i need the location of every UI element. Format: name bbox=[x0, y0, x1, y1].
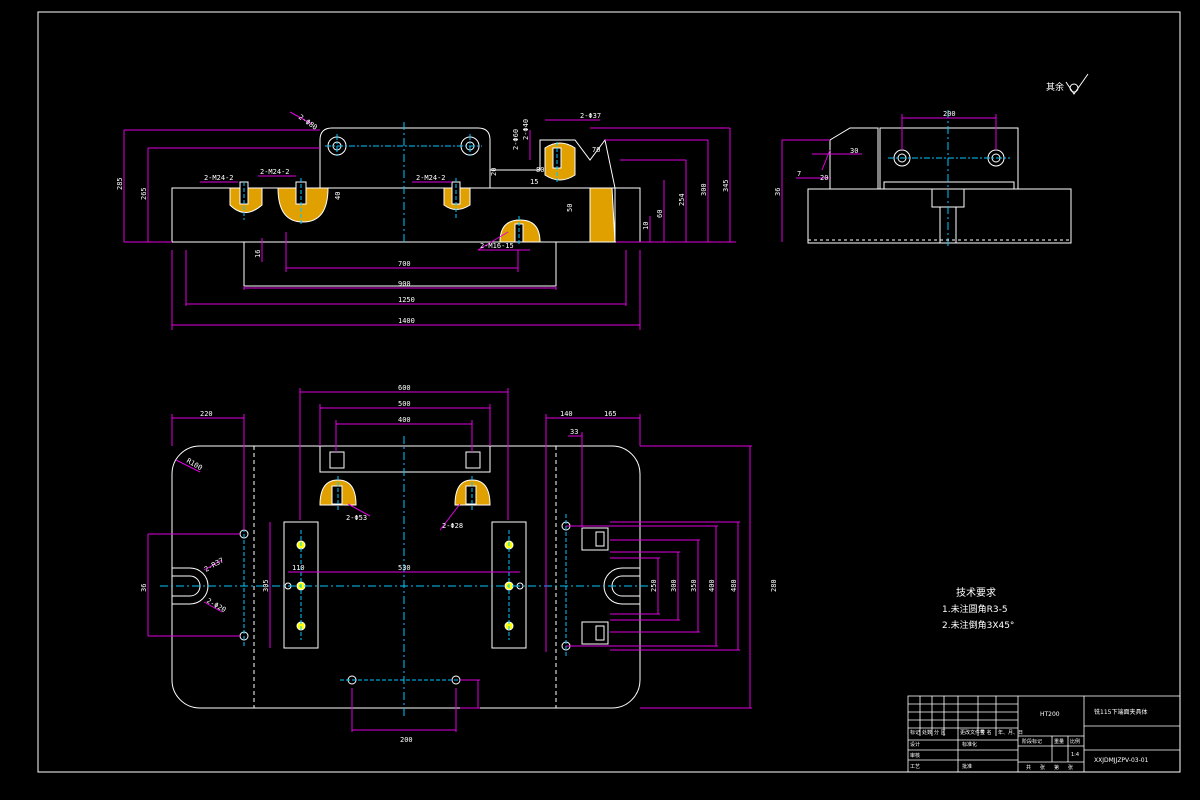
note-phi28: 2-Φ28 bbox=[442, 522, 463, 530]
tb-label-weight: 重量 bbox=[1054, 738, 1064, 745]
top-dim-305: 305 bbox=[262, 579, 270, 592]
side-dim-30: 30 bbox=[850, 147, 858, 155]
dim-70: 70 bbox=[592, 146, 600, 154]
drawing-canvas: 其余 285 265 1400 1250 900 700 16 345 300 … bbox=[37, 11, 1181, 773]
top-upper-rail bbox=[319, 445, 491, 473]
dim-300: 300 bbox=[700, 183, 708, 196]
top-dim-600: 600 bbox=[398, 384, 411, 392]
roughness-symbol: 其余 bbox=[1046, 73, 1089, 95]
tb-sheet-3: 第 bbox=[1054, 764, 1059, 771]
title-block-text: HT200 铣115下端面夹具体 XXJDMJJZPV-03-01 标记 处数 … bbox=[910, 708, 1149, 771]
side-dim-36: 36 bbox=[774, 188, 782, 196]
side-view bbox=[807, 110, 1072, 248]
dim-254: 254 bbox=[678, 193, 686, 206]
top-dim-350: 350 bbox=[690, 579, 698, 592]
top-dim-500: 500 bbox=[398, 400, 411, 408]
note-phi37: 2-Φ37 bbox=[580, 112, 601, 120]
note-m16: 2-M16-15 bbox=[480, 242, 514, 250]
top-dim-200: 200 bbox=[400, 736, 413, 744]
note-phi20: 2-Φ20 bbox=[205, 597, 227, 614]
tb-sheet-2: 张 bbox=[1040, 764, 1045, 771]
tb-label-count: 处数 bbox=[922, 729, 932, 736]
note-phi60: 2-Φ60 bbox=[512, 129, 520, 150]
top-dim-labels: 600 500 400 220 140 165 33 530 110 36 30… bbox=[140, 384, 778, 744]
tb-label-process: 工艺 bbox=[910, 764, 920, 770]
tech-title: 技术要求 bbox=[956, 586, 996, 599]
tb-sheet-1: 共 bbox=[1026, 764, 1031, 771]
top-dim-110: 110 bbox=[292, 564, 305, 572]
dim-60: 60 bbox=[656, 210, 664, 218]
dim-265: 265 bbox=[140, 187, 148, 200]
dim-16: 16 bbox=[254, 250, 262, 258]
top-base-plate bbox=[171, 445, 641, 709]
tb-label-design: 设计 bbox=[910, 741, 920, 748]
side-left-block bbox=[829, 127, 879, 189]
dim-80: 80 bbox=[536, 166, 544, 174]
top-dim-36: 36 bbox=[140, 584, 148, 592]
top-dim-300: 300 bbox=[670, 579, 678, 592]
top-dim-165: 165 bbox=[604, 410, 617, 418]
tb-label-approve: 批准 bbox=[962, 763, 972, 770]
dim-1400: 1400 bbox=[398, 317, 415, 325]
roughness-label: 其余 bbox=[1046, 81, 1064, 93]
dim-15: 15 bbox=[530, 178, 538, 186]
top-dim-280: 280 bbox=[770, 579, 778, 592]
top-dim-140: 140 bbox=[560, 410, 573, 418]
dim-345: 345 bbox=[722, 179, 730, 192]
side-dim-20: 20 bbox=[820, 174, 828, 182]
top-dim-480: 480 bbox=[730, 579, 738, 592]
dim-900: 900 bbox=[398, 280, 411, 288]
note-m24-1: 2-M24-2 bbox=[204, 174, 234, 182]
top-dim-530: 530 bbox=[398, 564, 411, 572]
tb-label-zone: 分 区 bbox=[934, 729, 946, 736]
tb-label-scale: 比例 bbox=[1070, 738, 1080, 745]
sheet-border bbox=[37, 11, 1181, 773]
tb-label-sign: 签 名 bbox=[980, 729, 992, 736]
note-r100: R100 bbox=[185, 457, 204, 472]
tb-label-standard: 标准化 bbox=[962, 741, 977, 748]
note-phi53: 2-Φ53 bbox=[346, 514, 367, 522]
side-dim-7: 7 bbox=[797, 170, 801, 178]
dim-40: 40 bbox=[334, 192, 342, 200]
dim-700: 700 bbox=[398, 260, 411, 268]
tb-label-mark: 标记 bbox=[910, 729, 920, 736]
hatch-pocket-6 bbox=[589, 187, 616, 243]
top-dim-250: 250 bbox=[650, 579, 658, 592]
top-dim-33: 33 bbox=[570, 428, 578, 436]
tb-label-stage: 阶段标记 bbox=[1022, 738, 1042, 745]
top-dim-400b: 400 bbox=[708, 579, 716, 592]
note-phi40: 2-Φ40 bbox=[522, 119, 530, 140]
dim-50: 50 bbox=[566, 204, 574, 212]
tech-item-1: 1.未注圆角R3-5 bbox=[942, 603, 1008, 615]
tb-drawing-name: 铣115下端面夹具体 bbox=[1094, 708, 1147, 716]
top-dim-400: 400 bbox=[398, 416, 411, 424]
tb-label-review: 审核 bbox=[910, 752, 920, 759]
tech-requirements: 技术要求 1.未注圆角R3-5 2.未注倒角3X45° bbox=[942, 586, 1014, 631]
side-dimensions bbox=[781, 114, 997, 242]
tb-label-date: 年、月、日 bbox=[998, 729, 1023, 736]
note-m24-2: 2-M24-2 bbox=[260, 168, 290, 176]
note-phi80: 2-Φ80 bbox=[297, 113, 319, 132]
front-upright-plate bbox=[319, 127, 491, 188]
front-dimensions bbox=[123, 111, 736, 330]
side-dim-200: 200 bbox=[943, 110, 956, 118]
dim-285: 285 bbox=[116, 177, 124, 190]
note-m24-3: 2-M24-2 bbox=[416, 174, 446, 182]
top-view bbox=[160, 436, 652, 716]
dim-20: 20 bbox=[490, 168, 498, 176]
tb-material: HT200 bbox=[1040, 711, 1060, 718]
note-r37: 2-R37 bbox=[203, 556, 225, 573]
tb-scale: 1:4 bbox=[1071, 752, 1079, 758]
dim-10: 10 bbox=[642, 222, 650, 230]
side-dim-labels: 200 30 20 7 36 bbox=[774, 110, 956, 196]
tb-drawing-number: XXJDMJJZPV-03-01 bbox=[1094, 757, 1149, 764]
top-dim-220: 220 bbox=[200, 410, 213, 418]
dim-1250: 1250 bbox=[398, 296, 415, 304]
tech-item-2: 2.未注倒角3X45° bbox=[942, 619, 1014, 631]
tb-sheet-4: 张 bbox=[1068, 764, 1073, 771]
front-dim-labels: 285 265 1400 1250 900 700 16 345 300 254… bbox=[116, 112, 730, 325]
